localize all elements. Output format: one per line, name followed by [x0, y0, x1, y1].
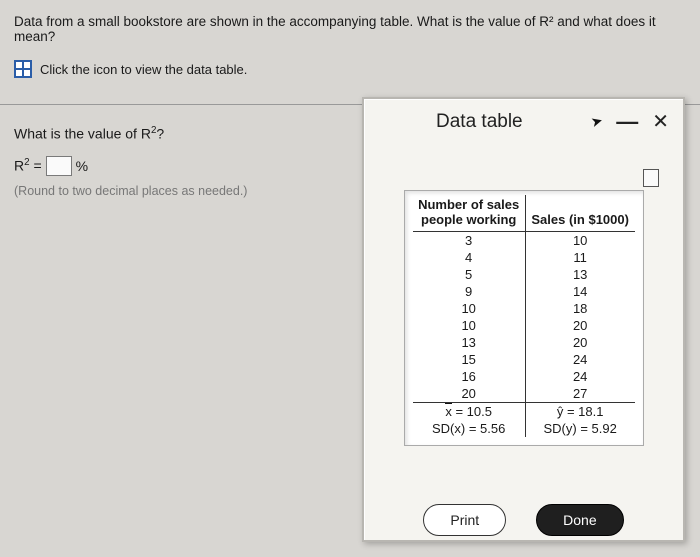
icon-hint: Click the icon to view the data table.: [40, 62, 247, 77]
minimize-button[interactable]: —: [616, 116, 638, 127]
col-header-left: Number of sales people working: [413, 195, 526, 232]
stat-x-sd: SD(x) = 5.56: [413, 420, 526, 437]
cell-x: 10: [413, 317, 526, 334]
copy-icon[interactable]: [645, 171, 659, 187]
cell-y: 14: [525, 283, 634, 300]
table-row: 914: [413, 283, 635, 300]
table-row: 1018: [413, 300, 635, 317]
cell-y: 24: [525, 368, 634, 385]
table-row: 1624: [413, 368, 635, 385]
table-row: 2027: [413, 385, 635, 403]
table-row: 1020: [413, 317, 635, 334]
table-row: 310: [413, 232, 635, 250]
print-button[interactable]: Print: [423, 504, 506, 536]
stat-y-sd: SD(y) = 5.92: [525, 420, 634, 437]
cursor-icon: ➤: [588, 112, 604, 131]
cell-x: 9: [413, 283, 526, 300]
cell-y: 18: [525, 300, 634, 317]
col-header-right: Sales (in $1000): [525, 195, 634, 232]
equation-rhs: %: [76, 158, 88, 174]
table-row: 1524: [413, 351, 635, 368]
data-table: Number of sales people working Sales (in…: [413, 195, 635, 437]
cell-x: 4: [413, 249, 526, 266]
rounding-hint: (Round to two decimal places as needed.): [14, 184, 334, 198]
cell-x: 5: [413, 266, 526, 283]
equation-lhs: R2 =: [14, 157, 42, 174]
table-row: 411: [413, 249, 635, 266]
data-table-modal: Data table ➤ — ✕ Number of sales people …: [362, 97, 685, 542]
r-squared-input[interactable]: [46, 156, 72, 176]
cell-x: 16: [413, 368, 526, 385]
cell-x: 15: [413, 351, 526, 368]
cell-y: 11: [525, 249, 634, 266]
cell-x: 20: [413, 385, 526, 403]
stat-x-mean: x = 10.5: [413, 403, 526, 421]
modal-title: Data table: [378, 111, 523, 133]
stat-y-mean: ŷ = 18.1: [525, 403, 634, 421]
question-text: Data from a small bookstore are shown in…: [14, 14, 686, 44]
sub-question: What is the value of R2?: [14, 125, 334, 142]
done-button[interactable]: Done: [536, 504, 623, 536]
table-row: 513: [413, 266, 635, 283]
cell-y: 27: [525, 385, 634, 403]
cell-x: 13: [413, 334, 526, 351]
cell-y: 24: [525, 351, 634, 368]
data-table-container: Number of sales people working Sales (in…: [404, 190, 644, 446]
cell-y: 20: [525, 317, 634, 334]
close-button[interactable]: ✕: [652, 109, 669, 134]
cell-x: 3: [413, 232, 526, 250]
cell-x: 10: [413, 300, 526, 317]
cell-y: 13: [525, 266, 634, 283]
table-icon[interactable]: [14, 60, 32, 78]
cell-y: 20: [525, 334, 634, 351]
cell-y: 10: [525, 232, 634, 250]
table-row: 1320: [413, 334, 635, 351]
